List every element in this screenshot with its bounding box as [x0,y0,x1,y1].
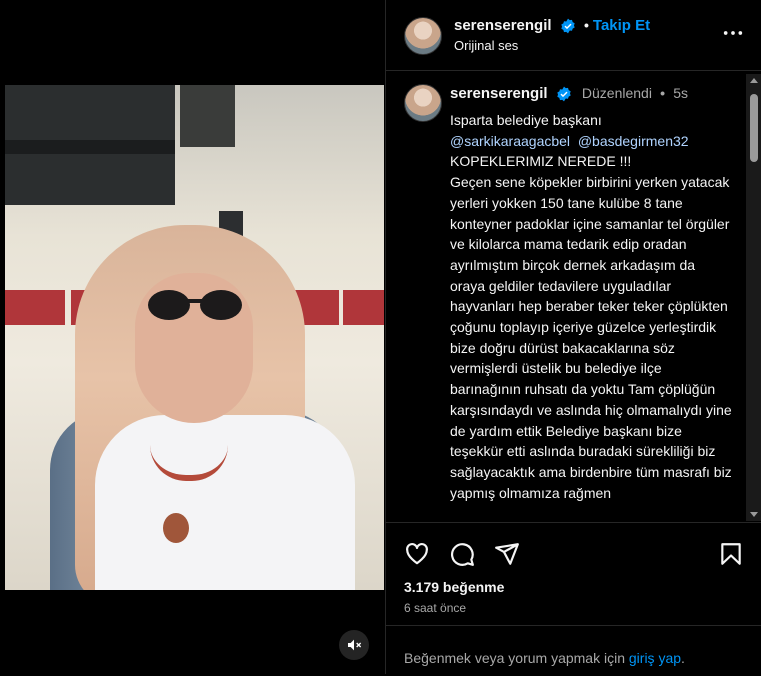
login-bar: Beğenmek veya yorum yapmak için giriş ya… [386,625,761,676]
login-prompt: Beğenmek veya yorum yapmak için giriş ya… [404,650,685,666]
separator-dot: • [660,85,666,101]
scroll-up-arrow-icon[interactable] [750,78,758,83]
media-pane [0,0,385,674]
post-time[interactable]: 6 saat önce [404,601,466,615]
separator-dot: • [584,17,589,33]
video-frame-pendant [163,513,189,543]
post-header: serenserengil • Takip Et Orijinal ses [386,0,761,71]
reel-video[interactable] [5,85,384,590]
follow-button[interactable]: • Takip Et [584,17,650,34]
heart-icon[interactable] [404,541,430,567]
mute-button[interactable] [339,630,369,660]
caption-avatar[interactable] [404,84,442,122]
username-text[interactable]: serenserengil [454,17,552,34]
comment-icon[interactable] [449,541,475,567]
audio-link[interactable]: Orijinal ses [454,38,518,53]
video-frame-sunglasses [148,290,242,320]
more-horizontal-icon[interactable] [722,22,744,44]
caption-header: serenserengil Düzenlendi • 5s [450,85,688,102]
caption-scrollbar[interactable] [746,74,761,521]
header-username[interactable]: serenserengil [454,17,576,34]
caption-line: Isparta belediye başkanı [450,112,602,128]
scroll-down-arrow-icon[interactable] [750,512,758,517]
login-suffix: . [681,650,685,666]
actions-bar: 3.179 beğenme 6 saat önce Beğenmek veya … [386,522,761,675]
login-prompt-text: Beğenmek veya yorum yapmak için [404,650,625,666]
caption-username[interactable]: serenserengil [450,85,548,102]
mention-link[interactable]: @sarkikaraagacbel [450,133,570,149]
scroll-thumb[interactable] [750,94,758,162]
video-frame-awning [5,290,65,325]
edited-label: Düzenlendi [581,85,652,101]
video-frame-awning [343,290,384,325]
mention-link[interactable]: @basdegirmen32 [578,133,689,149]
caption-text: Isparta belediye başkanı @sarkikaraagacb… [450,110,732,503]
avatar[interactable] [404,17,442,55]
follow-label: Takip Et [592,17,651,34]
share-icon[interactable] [494,541,520,567]
verified-badge-icon [557,86,571,102]
caption-body: KOPEKLERIMIZ NEREDE !!! Geçen sene köpek… [450,153,732,501]
caption-area: serenserengil Düzenlendi • 5s Isparta be… [386,71,761,521]
likes-count[interactable]: 3.179 beğenme [404,579,504,595]
video-frame-shirt [95,415,355,590]
video-frame-window [180,85,235,147]
verified-badge-icon [561,18,575,34]
muted-speaker-icon [348,639,362,651]
video-frame-rail [5,140,175,154]
login-link[interactable]: giriş yap [629,650,681,666]
caption-time[interactable]: 5s [673,85,688,101]
post-panel: serenserengil • Takip Et Orijinal ses ser… [385,0,761,674]
bookmark-icon[interactable] [718,541,744,567]
